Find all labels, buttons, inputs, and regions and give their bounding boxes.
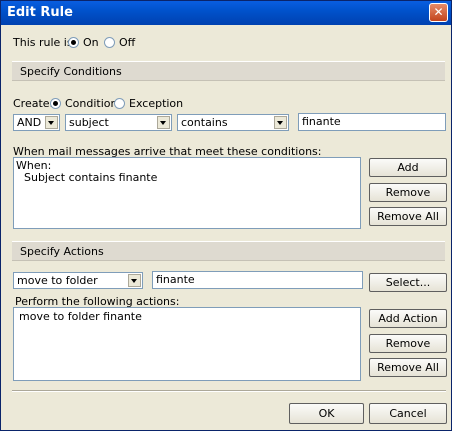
close-icon[interactable]: ✕: [429, 3, 448, 22]
rule-off-label: Off: [119, 36, 136, 49]
select-folder-button[interactable]: Select...: [369, 273, 447, 292]
ok-button[interactable]: OK: [289, 403, 364, 424]
logic-operator-dropdown[interactable]: AND: [13, 114, 60, 131]
conditions-section-title: Specify Conditions: [20, 65, 122, 78]
folder-text-input[interactable]: finante: [152, 271, 363, 289]
chevron-down-icon[interactable]: [128, 274, 141, 287]
actions-section-title: Specify Actions: [20, 245, 104, 258]
condition-radio[interactable]: [50, 98, 61, 109]
list-item[interactable]: Subject contains finante: [24, 171, 157, 184]
condition-text-value: finante: [302, 115, 341, 128]
condition-text-input[interactable]: finante: [298, 113, 446, 131]
cancel-button[interactable]: Cancel: [369, 403, 447, 424]
chevron-down-icon[interactable]: [45, 116, 58, 129]
exception-label: Exception: [129, 97, 184, 110]
edit-rule-dialog: Edit Rule ✕ This rule is: On Off Specify…: [0, 0, 452, 431]
add-condition-button[interactable]: Add: [369, 158, 447, 177]
list-item[interactable]: move to folder finante: [19, 310, 142, 323]
field-dropdown[interactable]: subject: [65, 114, 172, 131]
conditions-section-header: Specify Conditions: [12, 61, 445, 81]
actions-section-header: Specify Actions: [12, 241, 445, 261]
action-dropdown[interactable]: move to folder: [13, 272, 143, 289]
actions-list[interactable]: move to folder finante: [13, 307, 361, 381]
remove-condition-button[interactable]: Remove: [369, 183, 447, 202]
exception-radio[interactable]: [114, 98, 125, 109]
rule-status-label: This rule is:: [13, 36, 77, 49]
operator-value: contains: [181, 116, 228, 129]
dialog-title: Edit Rule: [7, 5, 73, 20]
add-action-button[interactable]: Add Action: [369, 309, 447, 328]
footer-divider: [12, 390, 446, 392]
rule-on-label: On: [83, 36, 99, 49]
logic-operator-value: AND: [17, 116, 42, 129]
title-bar[interactable]: Edit Rule ✕: [1, 1, 451, 25]
chevron-down-icon[interactable]: [274, 116, 287, 129]
remove-action-button[interactable]: Remove: [369, 334, 447, 353]
action-value: move to folder: [17, 274, 98, 287]
rule-on-radio[interactable]: [68, 37, 79, 48]
remove-all-conditions-button[interactable]: Remove All: [369, 207, 447, 226]
rule-off-radio[interactable]: [104, 37, 115, 48]
folder-value: finante: [156, 273, 195, 286]
condition-label: Condition: [65, 97, 118, 110]
field-value: subject: [69, 116, 109, 129]
operator-dropdown[interactable]: contains: [177, 114, 289, 131]
conditions-list[interactable]: When: Subject contains finante: [13, 157, 361, 229]
create-label: Create:: [13, 97, 54, 110]
remove-all-actions-button[interactable]: Remove All: [369, 358, 447, 377]
chevron-down-icon[interactable]: [157, 116, 170, 129]
